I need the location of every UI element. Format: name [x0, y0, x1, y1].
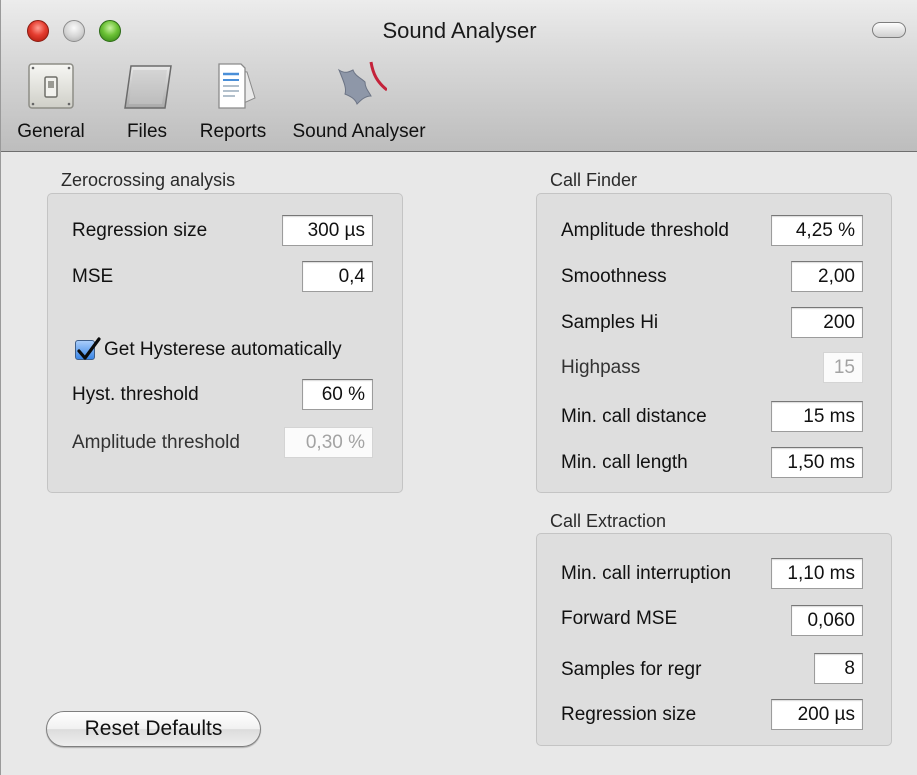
- min-call-distance-field[interactable]: 15 ms: [771, 401, 863, 432]
- toolbar-item-files[interactable]: Files: [109, 60, 185, 146]
- hyst-threshold-label: Hyst. threshold: [72, 384, 199, 405]
- forward-mse-label: Forward MSE: [561, 608, 678, 629]
- smoothness-field[interactable]: 2,00: [791, 261, 863, 292]
- toolbar-item-sound-analyser[interactable]: Sound Analyser: [283, 60, 435, 146]
- hyst-threshold-field[interactable]: 60 %: [302, 379, 373, 410]
- forward-mse-field[interactable]: 0,060: [791, 605, 863, 636]
- bat-icon: [331, 60, 388, 114]
- min-call-length-label: Min. call length: [561, 452, 688, 473]
- min-call-interruption-field[interactable]: 1,10 ms: [771, 558, 863, 589]
- checkmark-icon: [77, 337, 101, 360]
- min-call-distance-label: Min. call distance: [561, 406, 707, 427]
- min-call-length-field[interactable]: 1,50 ms: [771, 447, 863, 478]
- regression-size-field[interactable]: 300 µs: [282, 215, 373, 246]
- folder-icon: [119, 60, 175, 114]
- window-title: Sound Analyser: [382, 18, 537, 43]
- switch-icon: [23, 60, 79, 114]
- samples-hi-label: Samples Hi: [561, 312, 659, 333]
- title-toolbar: Sound Analyser General Files Reports Sou…: [1, 0, 917, 152]
- toolbar-item-general[interactable]: General: [5, 60, 97, 146]
- toolbar-toggle-button[interactable]: [872, 22, 906, 38]
- samples-for-regr-field[interactable]: 8: [814, 653, 863, 684]
- toolbar-item-reports[interactable]: Reports: [191, 60, 275, 146]
- ce-regression-size-field[interactable]: 200 µs: [771, 699, 863, 730]
- samples-for-regr-label: Samples for regr: [561, 659, 702, 680]
- reset-defaults-button[interactable]: Reset Defaults: [46, 711, 261, 747]
- cf-amplitude-threshold-field[interactable]: 4,25 %: [771, 215, 863, 246]
- document-icon: [205, 60, 261, 114]
- regression-size-label: Regression size: [72, 220, 208, 241]
- smoothness-label: Smoothness: [561, 266, 667, 287]
- toolbar-item-label: Sound Analyser: [292, 121, 426, 142]
- toolbar-item-label: General: [17, 121, 85, 142]
- preferences-window: Sound Analyser General Files Reports Sou…: [0, 0, 917, 775]
- ce-regression-size-label: Regression size: [561, 704, 697, 725]
- min-call-interruption-label: Min. call interruption: [561, 563, 732, 584]
- highpass-label: Highpass: [561, 357, 641, 378]
- call-finder-group-title: Call Finder: [550, 170, 638, 190]
- mse-field[interactable]: 0,4: [302, 261, 373, 292]
- zc-amplitude-threshold-label: Amplitude threshold: [72, 432, 240, 453]
- hysterese-auto-checkbox[interactable]: [75, 337, 101, 360]
- toolbar-item-label: Reports: [199, 121, 267, 142]
- highpass-field: 15: [823, 352, 863, 383]
- zc-amplitude-threshold-field: 0,30 %: [284, 427, 373, 458]
- samples-hi-field[interactable]: 200: [791, 307, 863, 338]
- hysterese-auto-label: Get Hysterese automatically: [104, 339, 342, 360]
- settings-panel: Zerocrossing analysis Regression size 30…: [1, 152, 917, 775]
- mse-label: MSE: [72, 266, 114, 287]
- toolbar-item-label: Files: [126, 121, 168, 142]
- call-extraction-group-title: Call Extraction: [550, 511, 667, 531]
- cf-amplitude-threshold-label: Amplitude threshold: [561, 220, 729, 241]
- zerocrossing-group-title: Zerocrossing analysis: [61, 170, 236, 190]
